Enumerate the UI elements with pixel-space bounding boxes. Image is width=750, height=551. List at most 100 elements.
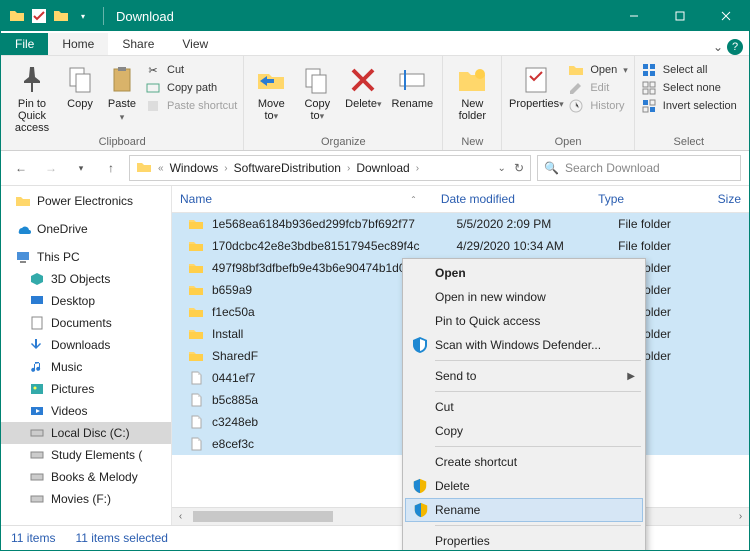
folder-icon	[188, 282, 204, 298]
body: Power Electronics OneDrive This PC 3D Ob…	[1, 186, 749, 525]
paste-icon	[106, 64, 138, 96]
edit-button[interactable]: Edit	[568, 80, 627, 96]
qat-folder-icon[interactable]	[53, 8, 69, 24]
ctx-properties[interactable]: Properties	[405, 529, 643, 551]
tab-share[interactable]: Share	[108, 33, 168, 55]
refresh-button[interactable]: ↻	[514, 161, 524, 175]
nav-thispc[interactable]: This PC	[1, 246, 171, 268]
window-title: Download	[108, 9, 182, 24]
scroll-left-icon[interactable]: ‹	[172, 511, 189, 522]
ctx-defender[interactable]: Scan with Windows Defender...	[405, 333, 643, 357]
address-dropdown-icon[interactable]: ⌄	[498, 163, 506, 174]
column-headers: Name⌃ Date modified Type Size	[172, 186, 749, 213]
tab-file[interactable]: File	[1, 33, 48, 55]
ctx-delete[interactable]: Delete	[405, 474, 643, 498]
forward-button[interactable]: →	[39, 156, 63, 180]
ctx-open[interactable]: Open	[405, 261, 643, 285]
nav-item[interactable]: Local Disc (C:)	[1, 422, 171, 444]
nav-item[interactable]: Pictures	[1, 378, 171, 400]
ctx-create-shortcut[interactable]: Create shortcut	[405, 450, 643, 474]
new-folder-button[interactable]: New folder	[449, 60, 495, 122]
crumb-0[interactable]: Windows›	[170, 161, 228, 175]
rename-icon	[396, 64, 428, 96]
ctx-send-to[interactable]: Send to▶	[405, 364, 643, 388]
search-input[interactable]: 🔍 Search Download	[537, 155, 741, 181]
delete-button[interactable]: Delete▾	[342, 60, 384, 110]
select-all-icon	[641, 62, 657, 78]
tab-home[interactable]: Home	[48, 33, 108, 55]
nav-item[interactable]: Movies (F:)	[1, 488, 171, 510]
copy-to-button[interactable]: Copy to▾	[296, 60, 338, 122]
ctx-rename[interactable]: Rename	[405, 498, 643, 522]
crumb-2[interactable]: Download›	[356, 161, 419, 175]
folder-icon	[188, 238, 204, 254]
minimize-button[interactable]	[611, 1, 657, 31]
nav-item[interactable]: Study Elements (	[1, 444, 171, 466]
nav-item[interactable]: Music	[1, 356, 171, 378]
col-type[interactable]: Type	[590, 186, 710, 212]
nav-item[interactable]: Power Electronics	[1, 190, 171, 212]
history-icon	[568, 98, 584, 114]
ctx-copy[interactable]: Copy	[405, 419, 643, 443]
qat-checkbox-icon[interactable]	[31, 8, 47, 24]
nav-item[interactable]: Desktop	[1, 290, 171, 312]
properties-icon	[520, 64, 552, 96]
ctx-open-new-window[interactable]: Open in new window	[405, 285, 643, 309]
select-none-button[interactable]: Select none	[641, 80, 737, 96]
folder-icon	[9, 8, 25, 24]
select-all-button[interactable]: Select all	[641, 62, 737, 78]
col-name[interactable]: Name⌃	[172, 186, 433, 212]
scroll-right-icon[interactable]: ›	[732, 511, 749, 522]
open-button[interactable]: Open ▾	[568, 62, 627, 78]
recent-dropdown-icon[interactable]: ▾	[69, 156, 93, 180]
qat-dropdown-icon[interactable]: ▾	[75, 8, 91, 24]
col-size[interactable]: Size	[710, 186, 749, 212]
col-date[interactable]: Date modified	[433, 186, 590, 212]
group-label-organize: Organize	[321, 134, 366, 148]
cut-button[interactable]: ✂Cut	[145, 62, 237, 78]
nav-onedrive[interactable]: OneDrive	[1, 218, 171, 240]
copy-path-button[interactable]: Copy path	[145, 80, 237, 96]
properties-button[interactable]: Properties▾	[508, 60, 564, 110]
scroll-thumb[interactable]	[193, 511, 333, 522]
rename-button[interactable]: Rename	[388, 60, 436, 110]
invert-selection-button[interactable]: Invert selection	[641, 98, 737, 114]
help-icon[interactable]: ?	[727, 39, 743, 55]
collapse-ribbon-icon[interactable]: ⌄	[713, 40, 723, 54]
onedrive-icon	[15, 221, 31, 237]
address-bar[interactable]: « Windows› SoftwareDistribution› Downloa…	[129, 155, 531, 181]
file-icon	[188, 436, 204, 452]
select-none-icon	[641, 80, 657, 96]
copy-path-icon	[145, 80, 161, 96]
up-button[interactable]: ↑	[99, 156, 123, 180]
folder-icon	[188, 326, 204, 342]
nav-icon	[29, 293, 45, 309]
group-label-open: Open	[555, 134, 582, 148]
nav-item[interactable]: Documents	[1, 312, 171, 334]
paste-shortcut-icon	[145, 98, 161, 114]
pin-quick-access-button[interactable]: Pin to Quick access	[7, 60, 57, 134]
copy-button[interactable]: Copy	[61, 60, 99, 110]
history-button[interactable]: History	[568, 98, 627, 114]
ctx-cut[interactable]: Cut	[405, 395, 643, 419]
file-icon	[188, 370, 204, 386]
nav-item[interactable]: Videos	[1, 400, 171, 422]
back-button[interactable]: ←	[9, 156, 33, 180]
paste-button[interactable]: Paste ▾	[103, 60, 141, 123]
address-row: ← → ▾ ↑ « Windows› SoftwareDistribution›…	[1, 151, 749, 186]
close-button[interactable]	[703, 1, 749, 31]
nav-item[interactable]: Books & Melody	[1, 466, 171, 488]
search-icon: 🔍	[544, 161, 559, 175]
copy-to-icon	[301, 64, 333, 96]
nav-icon	[29, 491, 45, 507]
move-to-button[interactable]: Move to▾	[250, 60, 292, 122]
paste-shortcut-button[interactable]: Paste shortcut	[145, 98, 237, 114]
invert-icon	[641, 98, 657, 114]
nav-item[interactable]: Downloads	[1, 334, 171, 356]
folder-icon	[15, 193, 31, 209]
ctx-pin-quick[interactable]: Pin to Quick access	[405, 309, 643, 333]
maximize-button[interactable]	[657, 1, 703, 31]
tab-view[interactable]: View	[168, 33, 222, 55]
nav-item[interactable]: 3D Objects	[1, 268, 171, 290]
crumb-1[interactable]: SoftwareDistribution›	[234, 161, 351, 175]
